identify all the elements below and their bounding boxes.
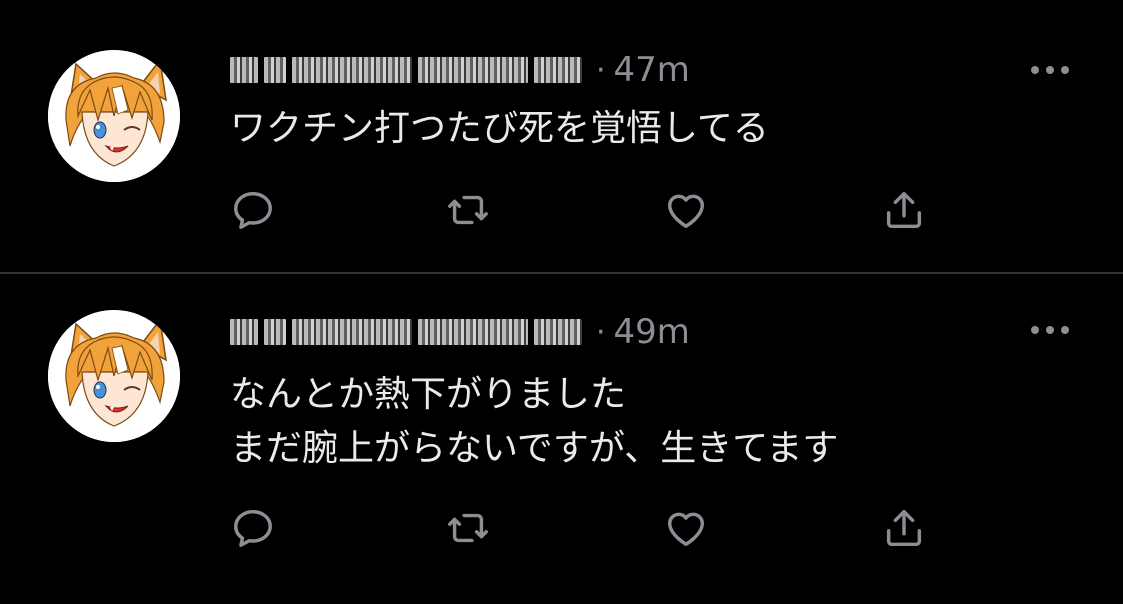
tweet[interactable]: · 47m ワクチン打つたび死を覚悟してる xyxy=(0,0,1123,272)
share-icon[interactable] xyxy=(879,185,929,235)
separator-dot: · xyxy=(596,52,606,88)
tweet-header: · 47m xyxy=(230,48,690,92)
tweet-text: ワクチン打つたび死を覚悟してる xyxy=(230,108,769,149)
retweet-icon[interactable] xyxy=(443,185,493,235)
more-horizontal-icon[interactable] xyxy=(1025,60,1075,80)
tweet-actions xyxy=(228,503,948,553)
anime-catboy-avatar xyxy=(48,50,180,182)
anime-catboy-avatar xyxy=(48,310,180,442)
more-horizontal-icon[interactable] xyxy=(1025,320,1075,340)
tweet-header: · 49m xyxy=(230,310,690,354)
reply-icon[interactable] xyxy=(228,185,278,235)
reply-icon[interactable] xyxy=(228,503,278,553)
share-icon[interactable] xyxy=(879,503,929,553)
author-name-redacted[interactable] xyxy=(230,319,582,345)
tweet[interactable]: · 49m なんとか熱下がりました まだ腕上がらないですが、生きてます xyxy=(0,274,1123,604)
tweet-actions xyxy=(228,185,948,235)
tweet-time[interactable]: 47m xyxy=(614,50,690,90)
timeline-feed: · 47m ワクチン打つたび死を覚悟してる · 49m なんとか熱下がりました … xyxy=(0,0,1123,604)
author-name-redacted[interactable] xyxy=(230,57,582,83)
tweet-time[interactable]: 49m xyxy=(614,312,690,352)
avatar[interactable] xyxy=(48,50,180,182)
like-icon[interactable] xyxy=(661,185,711,235)
like-icon[interactable] xyxy=(661,503,711,553)
avatar[interactable] xyxy=(48,310,180,442)
tweet-text: なんとか熱下がりました まだ腕上がらないですが、生きてます xyxy=(230,374,839,469)
separator-dot: · xyxy=(596,314,606,350)
retweet-icon[interactable] xyxy=(443,503,493,553)
